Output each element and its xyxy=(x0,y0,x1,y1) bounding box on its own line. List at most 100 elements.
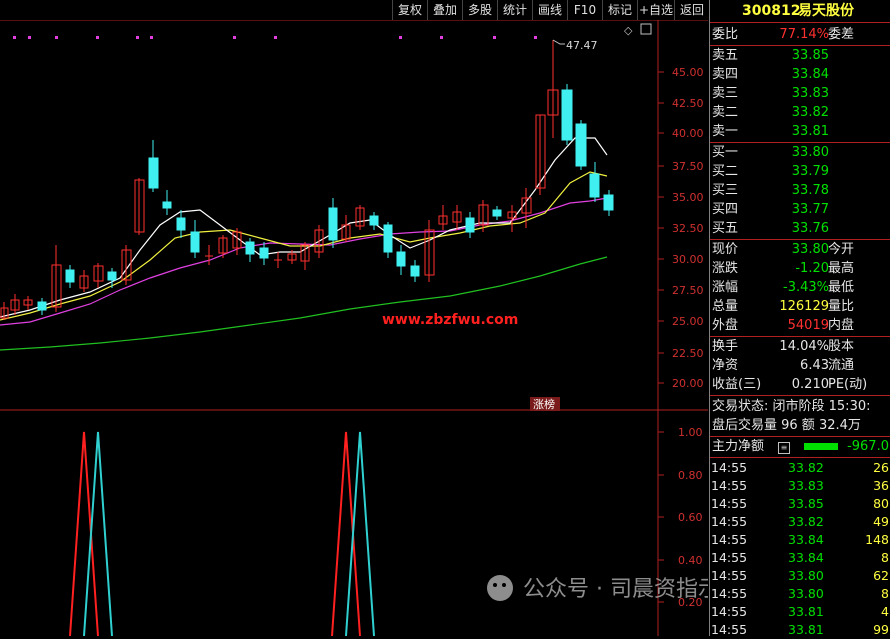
bid-label: 买二 xyxy=(712,164,739,179)
outer-volume: 54019 xyxy=(787,318,829,333)
tick-price: 33.81 xyxy=(788,622,824,637)
bid-label: 买五 xyxy=(712,221,739,236)
stat2-label: 收益(三) xyxy=(712,377,762,392)
tick-time: 14:55 xyxy=(711,514,748,529)
stat-label: 涨幅 xyxy=(712,280,739,295)
overlay-button[interactable]: 叠加 xyxy=(427,0,462,20)
price-label: 22.50 xyxy=(672,347,704,360)
tick-row: 14:55 33.84 8 xyxy=(710,549,890,567)
weicha-label: 委差 xyxy=(828,27,855,42)
stat2-label2: PE(动) xyxy=(828,377,868,392)
window-box-icon[interactable] xyxy=(640,23,652,35)
bid-row: 买五 33.76 xyxy=(710,220,890,238)
stat-label: 总量 xyxy=(712,299,739,314)
f10-button[interactable]: F10 xyxy=(567,0,602,20)
stat2-label: 换手 xyxy=(712,339,739,354)
draw-line-button[interactable]: 画线 xyxy=(532,0,567,20)
tick-time: 14:55 xyxy=(711,622,748,637)
tick-vol: 36 xyxy=(873,478,889,493)
stat-row: 涨跌 -1.20 最高 xyxy=(710,260,890,278)
tick-time: 14:55 xyxy=(711,532,748,547)
stat-label2: 今开 xyxy=(828,242,855,257)
bid-price: 33.80 xyxy=(791,145,829,160)
sub-label: 0.40 xyxy=(678,554,703,567)
stock-name: 易天股份 xyxy=(798,3,854,19)
weibi-label: 委比 xyxy=(712,27,739,42)
trade-status: 交易状态: 闭市阶段 15:30: xyxy=(712,399,871,414)
bid-row: 买一 33.80 xyxy=(710,144,890,162)
add-favorite-button[interactable]: +自选 xyxy=(637,0,674,20)
stock-header: 300812 易天股份 xyxy=(710,2,890,20)
tick-vol: 62 xyxy=(873,568,889,583)
tick-time: 14:55 xyxy=(711,568,748,583)
after-hours: 盘后交易量 96 额 32.4万 xyxy=(712,418,861,433)
fuquan-button[interactable]: 复权 xyxy=(392,0,427,20)
bid-price: 33.76 xyxy=(791,221,829,236)
wechat-watermark-text: 公众号 · 司晨资指示所 xyxy=(523,577,708,602)
ask-label: 卖三 xyxy=(712,86,739,101)
chart-area[interactable]: 45.00 42.50 40.00 37.50 35.00 32.50 30.0… xyxy=(0,20,708,636)
stat-label: 涨跌 xyxy=(712,261,739,276)
stat2-label: 净资 xyxy=(712,358,739,373)
sub-label: 0.60 xyxy=(678,511,703,524)
stat-label: 外盘 xyxy=(712,318,739,333)
bid-row: 买三 33.78 xyxy=(710,182,890,200)
bid-row: 买二 33.79 xyxy=(710,163,890,181)
multi-stock-button[interactable]: 多股 xyxy=(462,0,497,20)
stat2-label2: 流通 xyxy=(828,358,855,373)
tick-row: 14:55 33.80 62 xyxy=(710,567,890,585)
stock-code: 300812 xyxy=(742,3,801,19)
bid-price: 33.78 xyxy=(791,183,829,198)
sub-cyan-spike-1 xyxy=(83,431,113,636)
stat2-label2: 股本 xyxy=(828,339,855,354)
stat-label2: 最高 xyxy=(828,261,855,276)
candles xyxy=(0,40,614,320)
tick-price: 33.82 xyxy=(788,514,824,529)
tick-row: 14:55 33.82 49 xyxy=(710,513,890,531)
back-button[interactable]: 返回 xyxy=(674,0,709,20)
stat2-row: 收益(三) 0.210 PE(动) xyxy=(710,376,890,394)
tick-time: 14:55 xyxy=(711,478,748,493)
sub-label: 1.00 xyxy=(678,426,703,439)
tick-vol: 4 xyxy=(881,604,889,619)
tick-row: 14:55 33.85 80 xyxy=(710,495,890,513)
sub-red-spike-1 xyxy=(69,431,99,636)
weibi-row: 委比 77.14% 委差 xyxy=(710,26,890,44)
price-label: 20.00 xyxy=(672,377,704,390)
tick-vol: 80 xyxy=(873,496,889,511)
tick-row: 14:55 33.83 36 xyxy=(710,477,890,495)
total-volume: 126129 xyxy=(779,299,829,314)
weibi-value: 77.14% xyxy=(779,27,829,42)
main-force-bar xyxy=(804,443,838,450)
tick-price: 33.84 xyxy=(788,532,824,547)
price-label: 32.50 xyxy=(672,222,704,235)
stat2-row: 换手 14.04% 股本 xyxy=(710,338,890,356)
tick-price: 33.81 xyxy=(788,604,824,619)
price-label: 25.00 xyxy=(672,315,704,328)
ask-price: 33.82 xyxy=(791,105,829,120)
tick-time: 14:55 xyxy=(711,550,748,565)
mark-button[interactable]: 标记 xyxy=(602,0,637,20)
stat2-row: 净资 6.43 流通 xyxy=(710,357,890,375)
main-force-row: 主力净额 ≡ -967.0 xyxy=(710,438,890,456)
tick-price: 33.83 xyxy=(788,478,824,493)
ask-label: 卖一 xyxy=(712,124,739,139)
tick-vol: 26 xyxy=(873,460,889,475)
change-value: -1.20 xyxy=(795,261,829,276)
stat-label2: 最低 xyxy=(828,280,855,295)
tick-row: 14:55 33.84 148 xyxy=(710,531,890,549)
statistics-button[interactable]: 统计 xyxy=(497,0,532,20)
change-percent: -3.43% xyxy=(783,280,829,295)
tick-row: 14:55 33.82 26 xyxy=(710,459,890,477)
ask-price: 33.84 xyxy=(791,67,829,82)
menu-icon[interactable]: ≡ xyxy=(778,442,790,454)
tick-row: 14:55 33.81 99 xyxy=(710,621,890,639)
stat-row: 外盘 54019 内盘 xyxy=(710,317,890,335)
ask-row: 卖五 33.85 xyxy=(710,47,890,65)
tick-price: 33.84 xyxy=(788,550,824,565)
tick-vol: 8 xyxy=(881,586,889,601)
price-label: 42.50 xyxy=(672,97,704,110)
tick-time: 14:55 xyxy=(711,460,748,475)
ask-price: 33.83 xyxy=(791,86,829,101)
signal-dots xyxy=(13,36,537,39)
